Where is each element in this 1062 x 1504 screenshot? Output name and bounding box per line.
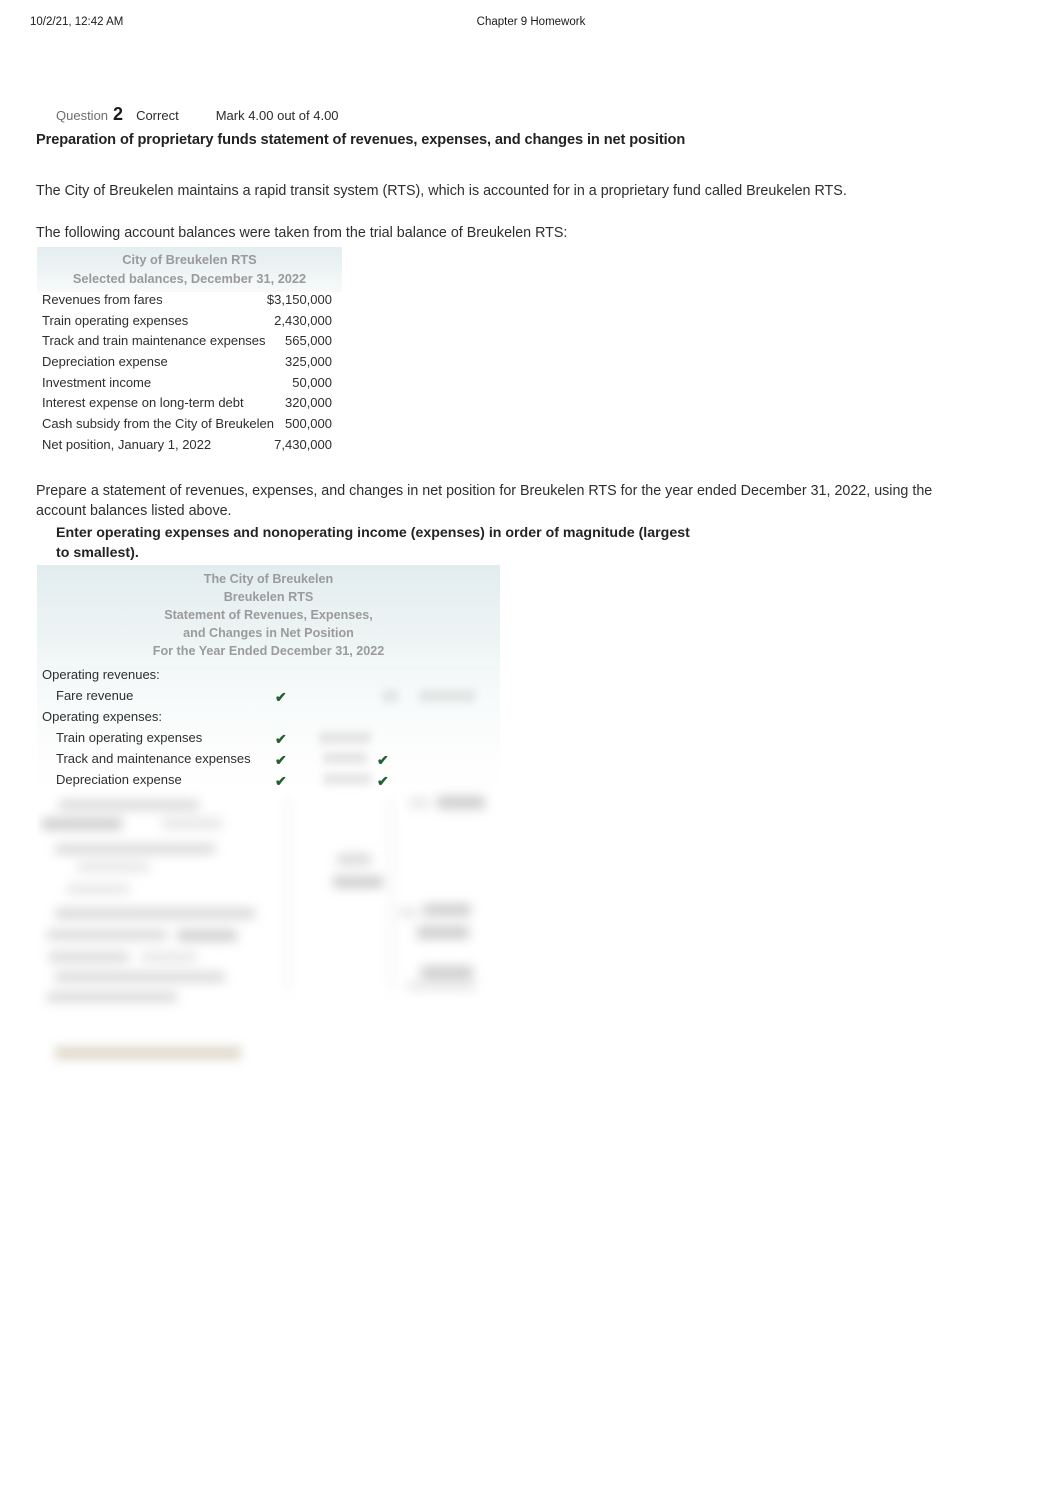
row-label: Train operating expenses [56, 730, 203, 745]
question-label: Question [56, 108, 109, 123]
table-row: Depreciation expense 325,000 [37, 354, 342, 375]
table-row: Investment income 50,000 [37, 375, 342, 396]
row-label: Cash subsidy from the City of Breukelen [42, 416, 274, 432]
row-label: Interest expense on long-term debt [42, 395, 244, 411]
obscured-value [323, 773, 371, 785]
check-icon: ✔ [275, 689, 287, 705]
question-state-badge: Correct [136, 108, 179, 123]
table-row: Train operating expenses 2,430,000 [37, 313, 342, 334]
check-icon: ✔ [275, 752, 287, 768]
ordering-instruction: Enter operating expenses and nonoperatin… [56, 525, 690, 561]
answer-table-header: The City of Breukelen Breukelen RTS Stat… [37, 565, 500, 666]
obscured-value [419, 690, 475, 702]
answer-row-section-heading: Operating expenses: [37, 708, 500, 729]
answer-table-body: Operating revenues: Fare revenue ✔ Opera… [37, 666, 500, 1002]
row-label: Train operating expenses [42, 312, 189, 328]
row-amount: 500,000 [285, 416, 332, 432]
question-number: 2 [113, 104, 124, 124]
answer-statement-table: The City of Breukelen Breukelen RTS Stat… [37, 565, 500, 1020]
check-icon: ✔ [275, 731, 287, 747]
check-icon: ✔ [377, 773, 389, 789]
obscured-feedback-bar [55, 1046, 241, 1060]
table-row: Track and train maintenance expenses 565… [37, 333, 342, 354]
row-label: Track and train maintenance expenses [42, 333, 266, 349]
prepare-paragraph: Prepare a statement of revenues, expense… [36, 483, 933, 519]
answer-row-track-maintenance-expenses: Track and maintenance expenses ✔ ✔ [37, 750, 500, 771]
answer-header-line: Breukelen RTS [223, 590, 314, 604]
obscured-statement-lines [37, 796, 500, 1002]
obscured-value [323, 752, 367, 764]
row-label: Revenues from fares [42, 292, 163, 307]
trial-balance-header: City of Breukelen RTS Selected balances,… [37, 247, 342, 292]
page-title: Preparation of proprietary funds stateme… [36, 132, 686, 148]
row-label: Fare revenue [56, 688, 134, 703]
trial-balance-header-line: City of Breukelen RTS [122, 252, 257, 267]
row-label: Investment income [42, 374, 152, 390]
row-amount: $3,150,000 [266, 292, 332, 307]
answer-row-depreciation-expense: Depreciation expense ✔ ✔ [37, 771, 500, 792]
row-label: Depreciation expense [42, 354, 168, 370]
answer-header-line: and Changes in Net Position [183, 626, 354, 640]
table-row: Interest expense on long-term debt 320,0… [37, 395, 342, 416]
row-label: Operating expenses: [42, 709, 162, 724]
row-amount: 565,000 [285, 333, 332, 349]
trial-balance-header-line: Selected balances, December 31, 2022 [72, 271, 307, 286]
answer-header-line: For the Year Ended December 31, 2022 [152, 644, 385, 658]
row-amount: 2,430,000 [274, 312, 332, 328]
check-icon: ✔ [377, 752, 389, 768]
trial-balance-table: City of Breukelen RTS Selected balances,… [37, 247, 342, 458]
row-amount: 50,000 [292, 374, 332, 390]
question-meta: Question 2 Correct Mark 4.00 out of 4.00 [56, 104, 339, 124]
answer-row-section-heading: Operating revenues: [37, 666, 500, 687]
row-amount: 320,000 [285, 395, 332, 411]
table-row: Cash subsidy from the City of Breukelen … [37, 416, 342, 437]
answer-header-line: Statement of Revenues, Expenses, [164, 608, 373, 622]
obscured-value [319, 731, 371, 744]
answer-row-fare-revenue: Fare revenue ✔ [37, 687, 500, 708]
check-icon: ✔ [275, 773, 287, 789]
obscured-value [382, 690, 398, 702]
question-mark: Mark 4.00 out of 4.00 [215, 108, 339, 123]
row-label: Depreciation expense [56, 772, 182, 787]
row-label: Net position, January 1, 2022 [42, 436, 212, 452]
row-label: Track and maintenance expenses [56, 751, 251, 766]
row-label: Operating revenues: [42, 667, 160, 682]
document-title: Chapter 9 Homework [476, 16, 586, 28]
answer-header-line: The City of Breukelen [203, 572, 334, 586]
answer-row-train-operating-expenses: Train operating expenses ✔ [37, 729, 500, 750]
row-amount: 7,430,000 [274, 436, 332, 452]
row-amount: 325,000 [285, 354, 332, 370]
intro-paragraph: The City of Breukelen maintains a rapid … [36, 183, 847, 199]
table-row: Net position, January 1, 2022 7,430,000 [37, 437, 342, 458]
table-row: Revenues from fares $3,150,000 [37, 292, 342, 313]
print-header: 10/2/21, 12:42 AM Chapter 9 Homework [0, 16, 1062, 32]
trial-balance-lead-in: The following account balances were take… [36, 225, 568, 241]
